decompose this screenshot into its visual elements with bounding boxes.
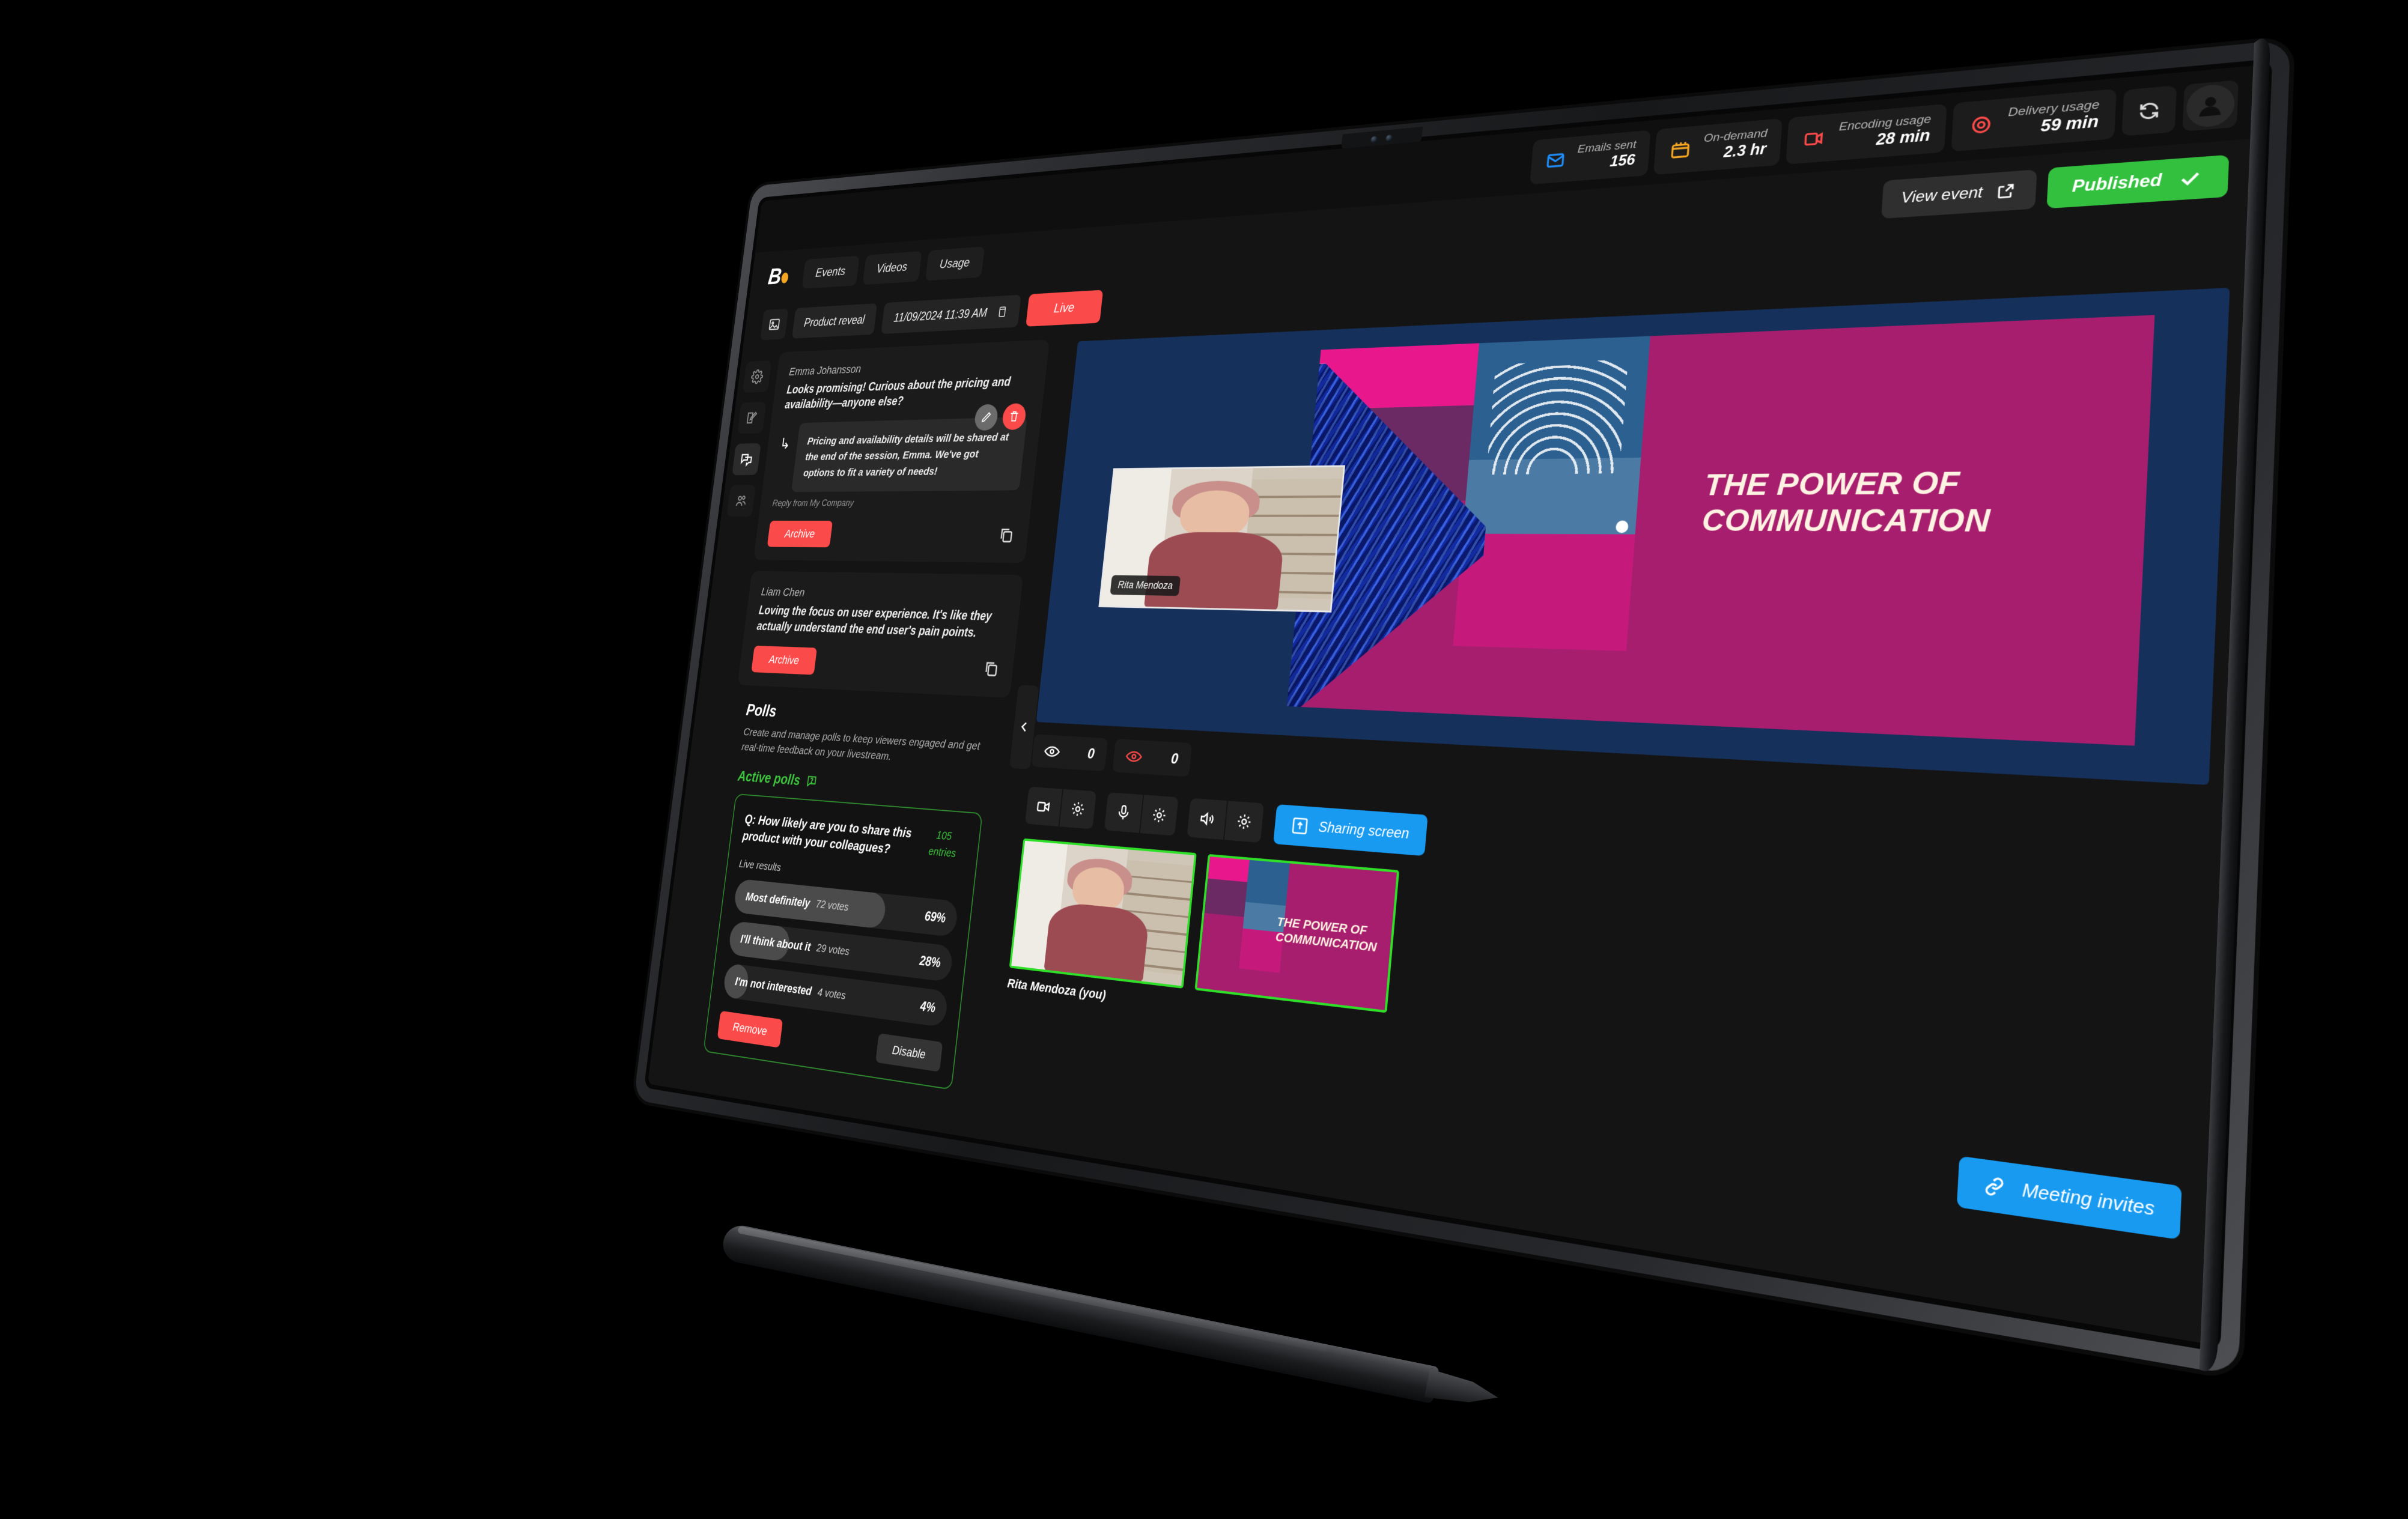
thumb-video-content <box>1011 840 1195 986</box>
published-button[interactable]: Published <box>2046 154 2230 209</box>
stat-value: 156 <box>1609 151 1636 171</box>
refresh-icon <box>2136 99 2162 123</box>
delete-reply-button[interactable] <box>1001 402 1027 430</box>
stat-value: 28 min <box>1875 127 1931 150</box>
thumb-shape-blue-2 <box>1242 902 1286 933</box>
screenshare-tile[interactable]: THE POWER OF COMMUNICATION <box>1194 853 1400 1013</box>
stat-delivery-usage[interactable]: Delivery usage 59 min <box>1951 88 2117 152</box>
account-button[interactable] <box>2182 80 2239 132</box>
stat-value: 2.3 hr <box>1723 141 1767 162</box>
screenshare-thumb: THE POWER OF COMMUNICATION <box>1194 853 1400 1013</box>
presenter-body <box>1143 532 1285 613</box>
share-screen-icon <box>1291 816 1310 836</box>
sharing-screen-button[interactable]: Sharing screen <box>1273 804 1429 857</box>
stat-value: 59 min <box>2040 112 2099 136</box>
check-icon <box>2178 168 2202 189</box>
slide-shape-blue <box>1468 336 1650 460</box>
poll-option-votes: 29 votes <box>816 941 850 958</box>
user-avatar-icon <box>2185 82 2236 129</box>
poll-option-percent: 4% <box>919 998 937 1015</box>
sharing-screen-label: Sharing screen <box>1318 819 1410 843</box>
tablet-device: Emails sent 156 On-demand 2.3 hr Encodin… <box>633 29 2291 1378</box>
thumb-arc-pattern <box>1250 869 1285 911</box>
slide-handle-dot <box>1615 520 1629 533</box>
stat-on-demand[interactable]: On-demand 2.3 hr <box>1653 118 1783 175</box>
meeting-invites-button[interactable]: Meeting invites <box>1957 1156 2182 1240</box>
target-icon <box>1968 112 1996 138</box>
product-scene: Emails sent 156 On-demand 2.3 hr Encodin… <box>0 0 2408 1519</box>
meeting-invites-wrap: Meeting invites <box>1957 1156 2182 1240</box>
published-label: Published <box>2072 171 2162 196</box>
poll-option-percent: 69% <box>923 908 947 926</box>
refresh-button[interactable] <box>2121 85 2177 136</box>
thumb-handle-dot <box>1278 930 1285 936</box>
meeting-invites-label: Meeting invites <box>2022 1180 2155 1220</box>
presentation-slide: THE POWER OF COMMUNICATION <box>1286 315 2155 746</box>
poll-option-votes: 4 votes <box>816 986 847 1002</box>
presenter-name-label: Rita Mendoza <box>1110 575 1181 596</box>
edit-reply-button[interactable] <box>973 404 999 431</box>
slide-shape-blue-2 <box>1462 457 1641 535</box>
stylus-highlight <box>737 1226 1328 1353</box>
slide-shape-magenta <box>1453 533 1635 651</box>
view-event-label: View event <box>1900 183 1983 207</box>
presenter-video[interactable]: Rita Mendoza <box>1098 465 1346 613</box>
stat-emails-sent[interactable]: Emails sent 156 <box>1529 130 1651 185</box>
stylus-tip <box>1424 1369 1501 1411</box>
pencil-icon <box>980 411 992 423</box>
external-link-icon <box>1995 181 2016 201</box>
thumb-body <box>1044 901 1150 984</box>
view-event-button[interactable]: View event <box>1880 169 2037 219</box>
stat-encoding-usage[interactable]: Encoding usage 28 min <box>1786 103 1948 165</box>
trash-icon <box>1008 410 1021 423</box>
participant-video-thumb <box>1009 838 1197 989</box>
comment-reply-actions <box>973 402 1027 431</box>
link-icon <box>1982 1173 2008 1200</box>
comment-reply: ↳ Pricing and availability details will … <box>774 402 1027 493</box>
slide-arc-pattern <box>1486 359 1628 475</box>
video-icon <box>1801 126 1827 152</box>
mail-icon <box>1543 148 1567 172</box>
poll-option-percent: 28% <box>919 953 942 970</box>
stylus-pen <box>674 1201 1524 1442</box>
thumb-slide-title: THE POWER OF COMMUNICATION <box>1275 914 1378 955</box>
slide-title: THE POWER OF COMMUNICATION <box>1700 465 1992 539</box>
calendar-icon <box>1668 138 1693 162</box>
live-stage: THE POWER OF COMMUNICATION Rita Mendoza <box>1036 288 2230 785</box>
thumb-shape-magenta <box>1239 929 1284 974</box>
